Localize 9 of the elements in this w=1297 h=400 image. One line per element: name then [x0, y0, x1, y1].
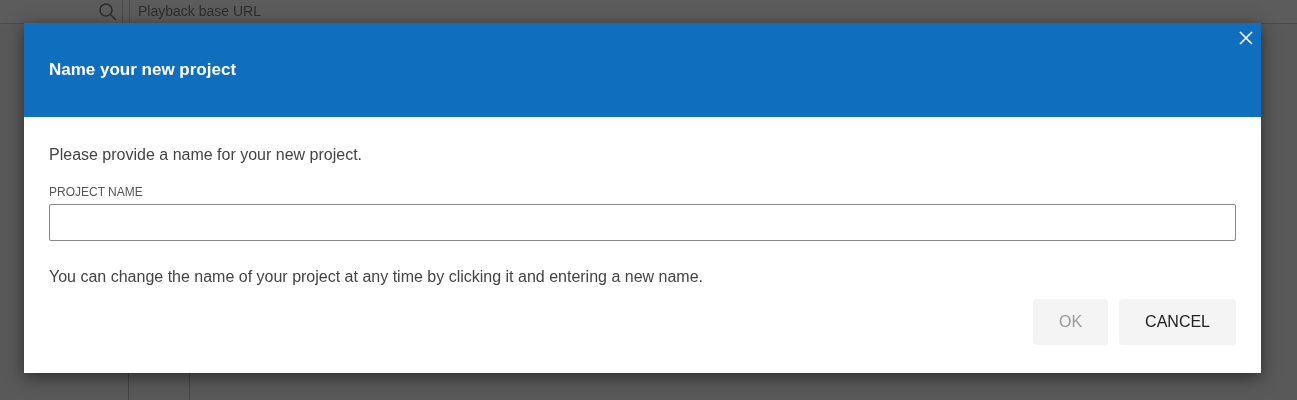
field-label: PROJECT NAME	[49, 184, 144, 201]
intro-text: Please provide a name for your new project.	[49, 145, 364, 165]
dialog-button[interactable]: CANCEL	[1119, 299, 1236, 345]
project-name-field[interactable]	[49, 204, 1236, 241]
close-icon	[1239, 31, 1253, 45]
hint-text: You can change the name of your project at any time by clicking it and entering a new name.	[49, 267, 705, 287]
search-icon[interactable]	[98, 1, 118, 22]
close-button[interactable]	[1237, 29, 1255, 47]
dialog-title: Name your new project	[49, 59, 237, 82]
